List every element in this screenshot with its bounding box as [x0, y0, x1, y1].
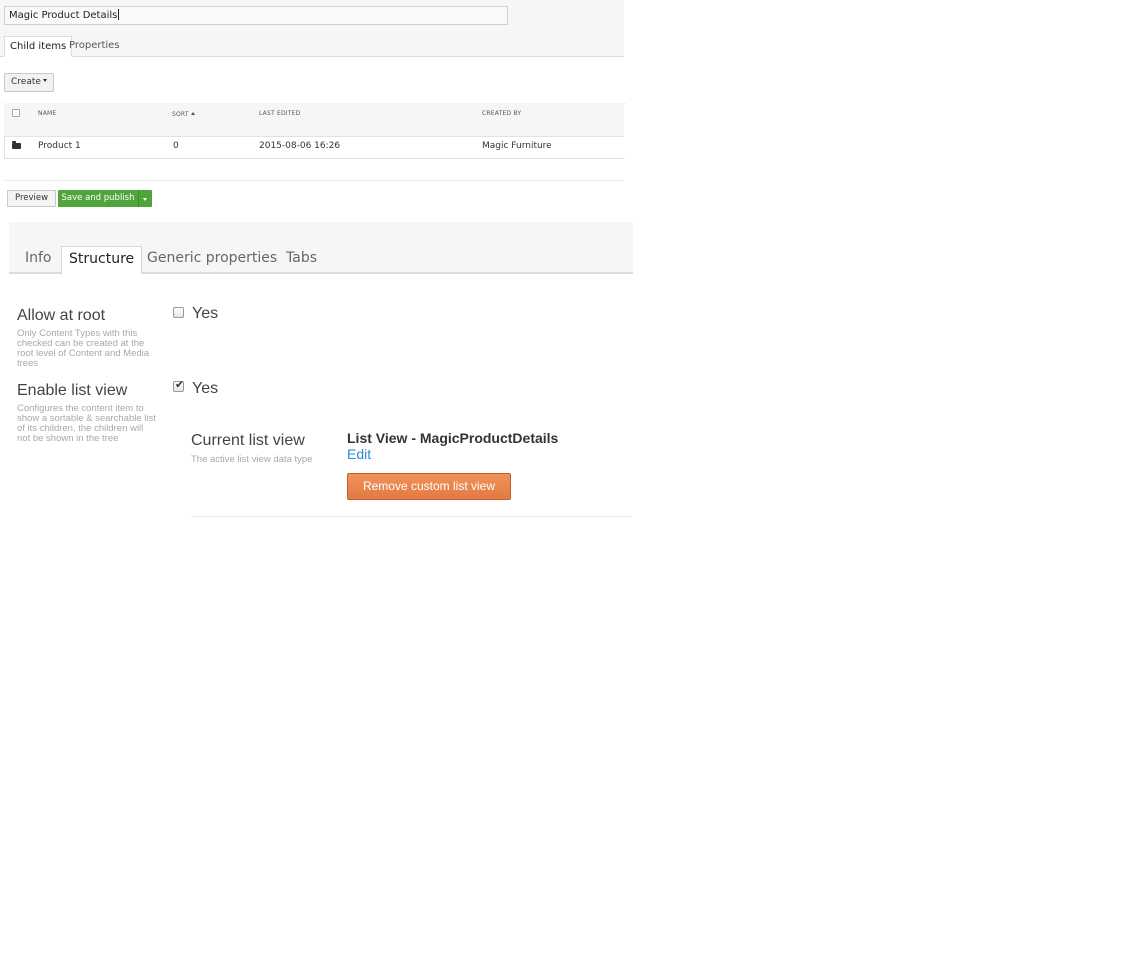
sort-ascending-icon — [190, 112, 195, 115]
preview-button[interactable]: Preview — [7, 190, 57, 207]
save-and-publish-button[interactable]: Save and publish — [58, 190, 138, 207]
remove-custom-list-view-button[interactable]: Remove custom list view — [347, 473, 511, 500]
table-header — [4, 103, 624, 137]
tab-child-items[interactable]: Child items — [4, 36, 73, 57]
enable-list-view-checkbox[interactable]: ✔ — [173, 378, 185, 392]
allow-at-root-label: Allow at root — [17, 307, 106, 324]
checkmark-icon: ✔ — [175, 378, 185, 391]
row-name-link[interactable]: Product 1 — [38, 141, 81, 152]
current-list-view-name: List View - MagicProductDetails — [347, 430, 559, 446]
current-list-view-description: The active list view data type — [191, 454, 313, 465]
column-header-name[interactable]: NAME — [38, 110, 56, 117]
allow-at-root-checkbox[interactable] — [173, 307, 184, 318]
enable-list-view-label: Enable list view — [17, 382, 128, 399]
column-header-sort-label: SORT — [172, 111, 189, 118]
create-button[interactable]: Create — [4, 73, 54, 92]
folder-icon[interactable] — [12, 141, 21, 149]
tab-properties[interactable]: Properties — [64, 36, 125, 55]
select-all-checkbox[interactable] — [12, 109, 20, 117]
column-header-created-by[interactable]: CREATED BY — [482, 110, 521, 117]
chevron-down-icon — [42, 79, 47, 82]
content-name-value: Magic Product Details — [9, 10, 118, 21]
tab-info[interactable]: Info — [18, 246, 59, 272]
create-button-label: Create — [11, 77, 41, 87]
row-sort-value: 0 — [173, 141, 179, 151]
row-last-edited: 2015-08-06 16:26 — [259, 141, 341, 151]
text-caret — [118, 9, 120, 20]
allow-at-root-option-label[interactable]: Yes — [192, 305, 218, 323]
publish-options-toggle[interactable] — [138, 190, 152, 207]
tab-structure[interactable]: Structure — [61, 246, 143, 275]
enable-list-view-description: Configures the content item to show a so… — [17, 403, 156, 444]
allow-at-root-description: Only Content Types with this checked can… — [17, 328, 150, 369]
column-header-last-edited[interactable]: LAST EDITED — [259, 110, 300, 117]
tab-generic-properties[interactable]: Generic properties — [140, 246, 284, 272]
divider — [191, 516, 632, 517]
chevron-down-icon — [143, 198, 147, 201]
divider — [4, 180, 624, 181]
column-header-sort[interactable]: SORT — [172, 111, 195, 118]
row-created-by: Magic Furniture — [482, 141, 552, 151]
content-name-input[interactable]: Magic Product Details — [4, 6, 508, 25]
tab-tabs[interactable]: Tabs — [279, 246, 324, 272]
current-list-view-label: Current list view — [191, 432, 305, 449]
edit-list-view-link[interactable]: Edit — [347, 446, 371, 462]
enable-list-view-option-label[interactable]: Yes — [192, 380, 218, 398]
